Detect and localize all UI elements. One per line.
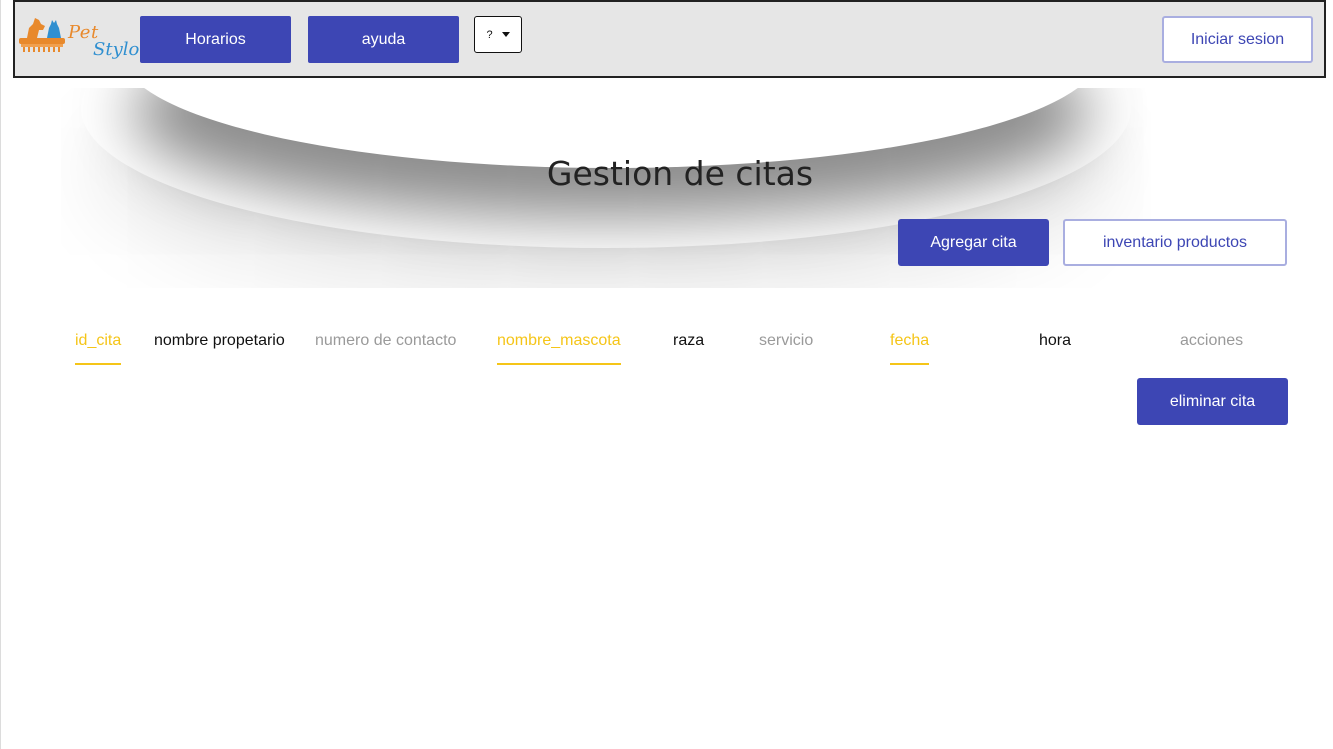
ayuda-button[interactable]: ayuda <box>308 16 459 63</box>
help-dropdown[interactable]: ? <box>474 16 522 53</box>
page: Pet Stylo Horarios ayuda ? Iniciar sesio… <box>0 0 1333 749</box>
delete-appointment-button[interactable]: eliminar cita <box>1137 378 1288 425</box>
inventory-products-button[interactable]: inventario productos <box>1063 219 1287 266</box>
column-header-owner-name[interactable]: nombre propetario <box>154 331 285 351</box>
add-appointment-button[interactable]: Agregar cita <box>898 219 1049 266</box>
column-header-id-cita[interactable]: id_cita <box>75 331 122 365</box>
column-header-contact-number[interactable]: numero de contacto <box>315 331 456 351</box>
column-header-service[interactable]: servicio <box>759 331 813 351</box>
page-title: Gestion de citas <box>546 154 814 193</box>
caret-down-icon <box>501 32 510 37</box>
horarios-button[interactable]: Horarios <box>140 16 291 63</box>
petstylo-logo[interactable]: Pet Stylo <box>17 12 139 68</box>
column-header-actions[interactable]: acciones <box>1180 331 1243 351</box>
logo-word-stylo: Stylo <box>93 39 140 60</box>
column-header-date[interactable]: fecha <box>890 331 930 365</box>
column-header-breed[interactable]: raza <box>673 331 704 351</box>
login-button[interactable]: Iniciar sesion <box>1162 16 1313 63</box>
pet-grooming-icon <box>19 18 65 52</box>
column-header-pet-name[interactable]: nombre_mascota <box>497 331 621 365</box>
dropdown-value: ? <box>486 28 493 41</box>
column-header-time[interactable]: hora <box>1039 331 1071 351</box>
top-navbar: Pet Stylo Horarios ayuda ? Iniciar sesio… <box>13 0 1326 78</box>
